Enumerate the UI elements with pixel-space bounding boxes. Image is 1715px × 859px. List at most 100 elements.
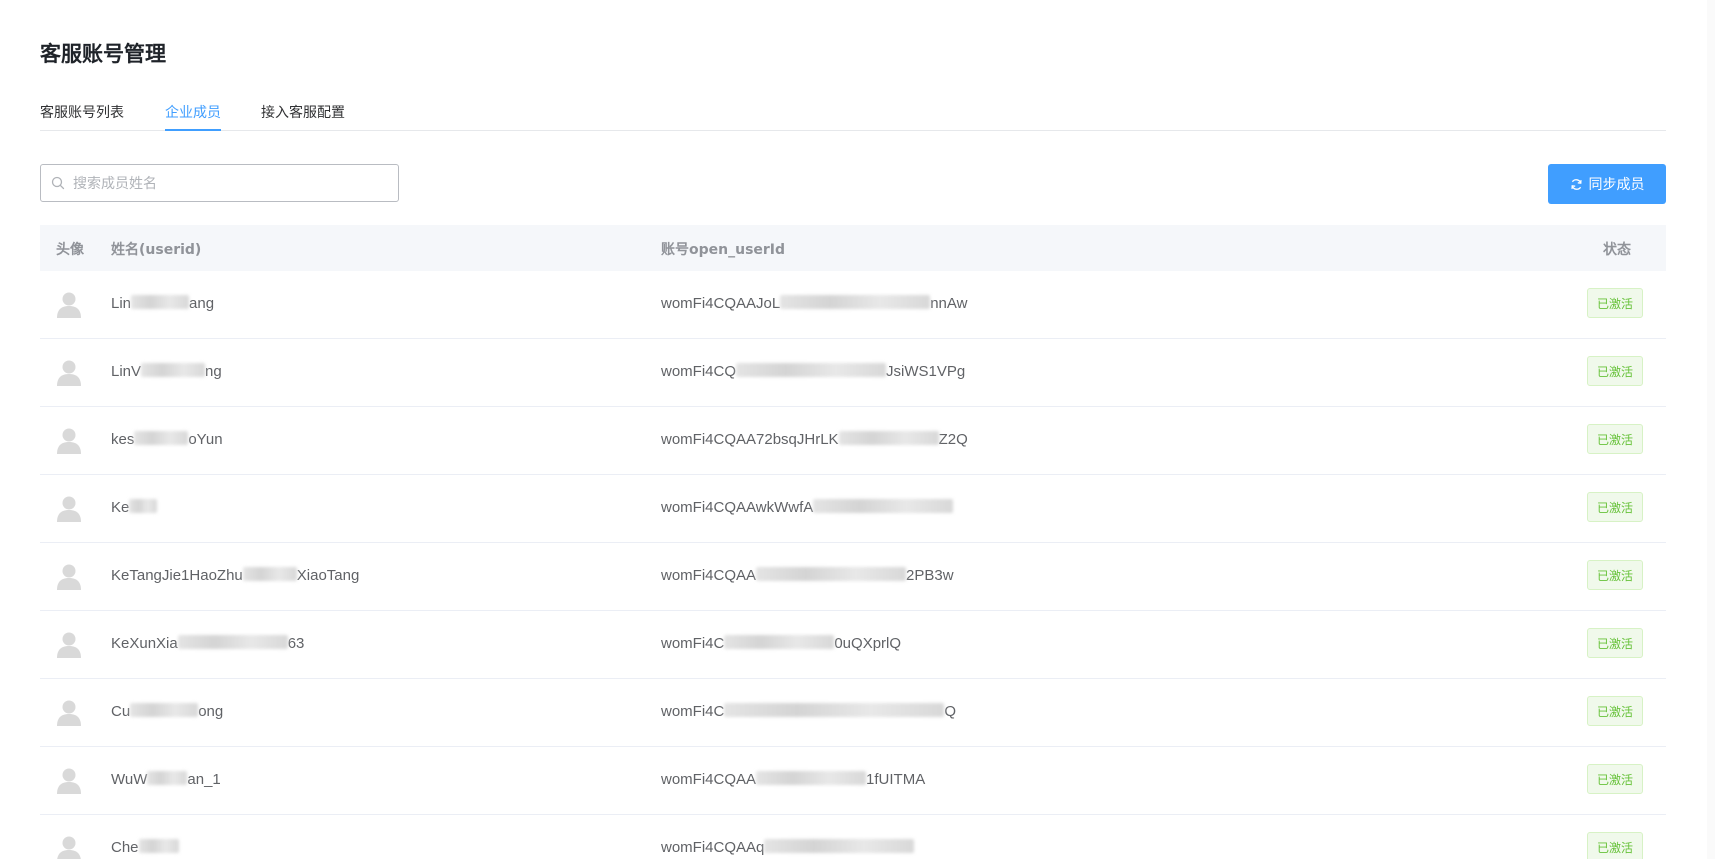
status-badge: 已激活 [1587, 424, 1643, 454]
member-name-start: Lin [111, 295, 132, 312]
redaction-blur [129, 499, 158, 513]
member-name-end: 63 [287, 635, 305, 652]
status-badge: 已激活 [1587, 696, 1643, 726]
avatar-icon [52, 695, 86, 729]
search-box[interactable] [40, 164, 399, 203]
status-badge: 已激活 [1587, 628, 1643, 658]
redaction-blur [130, 703, 199, 717]
search-icon [51, 176, 65, 190]
redaction-blur [736, 363, 887, 377]
open-userid-end: Z2Q [938, 431, 968, 448]
status-badge: 已激活 [1587, 764, 1643, 794]
member-name-end: an_1 [187, 771, 221, 788]
open-userid-end: Q [944, 703, 957, 720]
redaction-blur [813, 499, 954, 513]
member-open-userid: womFi4CQAAwkWwfA [661, 499, 954, 516]
member-open-userid: womFi4CQAA 1fUITMA [661, 771, 925, 788]
status-badge: 已激活 [1587, 492, 1643, 522]
member-name-end: ng [205, 363, 222, 380]
header-status: 状态 [1603, 242, 1631, 258]
open-userid-start: womFi4CQAA [661, 567, 757, 584]
members-table: 头像 姓名(userid) 账号open_userId 状态 Lin ang wom… [40, 225, 1666, 859]
table-row: kes oYun womFi4CQAA72bsqJHrLK Z2Q 已激活 [40, 407, 1666, 475]
member-open-userid: womFi4CQAA72bsqJHrLK Z2Q [661, 431, 968, 448]
open-userid-start: womFi4CQAAq [661, 839, 765, 856]
member-name: KeTangJie1HaoZhu XiaoTang [111, 567, 359, 584]
refresh-icon [1570, 178, 1582, 190]
redaction-blur [756, 771, 867, 785]
redaction-blur [780, 295, 931, 309]
table-row: KeXunXia 63 womFi4C 0uQXprlQ 已激活 [40, 611, 1666, 679]
member-name-start: KeXunXia [111, 635, 178, 652]
tab-access-config[interactable]: 接入客服配置 [261, 102, 345, 129]
member-name-end: ong [198, 703, 224, 720]
table-row: Ke womFi4CQAAwkWwfA 已激活 [40, 475, 1666, 543]
member-name: Ke [111, 499, 158, 516]
header-open-userid: 账号open_userId [661, 242, 786, 258]
avatar-icon [52, 287, 86, 321]
open-userid-end: 2PB3w [906, 567, 954, 584]
table-body: Lin ang womFi4CQAAJoL nnAw 已激活 LinV ng womFi4CQ… [40, 271, 1666, 859]
member-name-end: oYun [188, 431, 223, 448]
member-name: LinV ng [111, 363, 222, 380]
table-row: KeTangJie1HaoZhu XiaoTang womFi4CQAA 2PB3w 已… [40, 543, 1666, 611]
member-open-userid: womFi4CQAAq [661, 839, 915, 856]
header-name: 姓名(userid) [111, 242, 202, 258]
redaction-blur [138, 839, 179, 853]
search-input[interactable] [71, 165, 395, 203]
status-badge: 已激活 [1587, 288, 1643, 318]
table-row: Cu ong womFi4C Q 已激活 [40, 679, 1666, 747]
avatar-icon [52, 763, 86, 797]
redaction-blur [724, 635, 835, 649]
table-row: Che womFi4CQAAq 已激活 [40, 815, 1666, 859]
redaction-blur [131, 295, 190, 309]
member-open-userid: womFi4CQAA 2PB3w [661, 567, 954, 584]
member-name-start: KeTangJie1HaoZhu [111, 567, 243, 584]
page-title: 客服账号管理 [40, 42, 166, 66]
member-name-start: Cu [111, 703, 131, 720]
redaction-blur [134, 431, 189, 445]
status-badge: 已激活 [1587, 560, 1643, 590]
open-userid-end: nnAw [930, 295, 968, 312]
member-open-userid: womFi4CQAAJoL nnAw [661, 295, 967, 312]
sync-members-label: 同步成员 [1588, 177, 1645, 193]
open-userid-end: JsiWS1VPg [886, 363, 966, 380]
member-open-userid: womFi4C Q [661, 703, 956, 720]
member-name: WuW an_1 [111, 771, 221, 788]
avatar-icon [52, 491, 86, 525]
avatar-icon [52, 355, 86, 389]
redaction-blur [177, 635, 288, 649]
member-name-start: WuW [111, 771, 148, 788]
avatar-icon [52, 831, 86, 859]
open-userid-start: womFi4C [661, 703, 725, 720]
redaction-blur [242, 567, 297, 581]
tab-enterprise-members[interactable]: 企业成员 [165, 102, 221, 131]
header-avatar: 头像 [56, 242, 84, 258]
member-name-end: XiaoTang [296, 567, 360, 584]
sync-members-button[interactable]: 同步成员 [1548, 164, 1666, 204]
status-badge: 已激活 [1587, 356, 1643, 386]
redaction-blur [141, 363, 206, 377]
redaction-blur [724, 703, 945, 717]
member-name: Cu ong [111, 703, 223, 720]
member-name: KeXunXia 63 [111, 635, 304, 652]
avatar-icon [52, 423, 86, 457]
member-open-userid: womFi4CQ JsiWS1VPg [661, 363, 965, 380]
tab-account-list[interactable]: 客服账号列表 [40, 102, 124, 129]
member-open-userid: womFi4C 0uQXprlQ [661, 635, 901, 652]
member-name-start: Ke [111, 499, 130, 516]
open-userid-start: womFi4C [661, 635, 725, 652]
open-userid-start: womFi4CQAAwkWwfA [661, 499, 814, 516]
avatar-icon [52, 627, 86, 661]
page: 客服账号管理 客服账号列表 企业成员 接入客服配置 同步成员 头像 姓名(use… [0, 0, 1715, 859]
redaction-blur [838, 431, 939, 445]
status-badge: 已激活 [1587, 832, 1643, 859]
member-name: Che [111, 839, 179, 856]
tab-bar: 客服账号列表 企业成员 接入客服配置 [40, 96, 1666, 131]
table-header: 头像 姓名(userid) 账号open_userId 状态 [40, 225, 1666, 271]
scrollbar[interactable] [1707, 0, 1715, 859]
member-name-start: Che [111, 839, 139, 856]
open-userid-start: womFi4CQAA72bsqJHrLK [661, 431, 839, 448]
avatar-icon [52, 559, 86, 593]
open-userid-start: womFi4CQAAJoL [661, 295, 781, 312]
